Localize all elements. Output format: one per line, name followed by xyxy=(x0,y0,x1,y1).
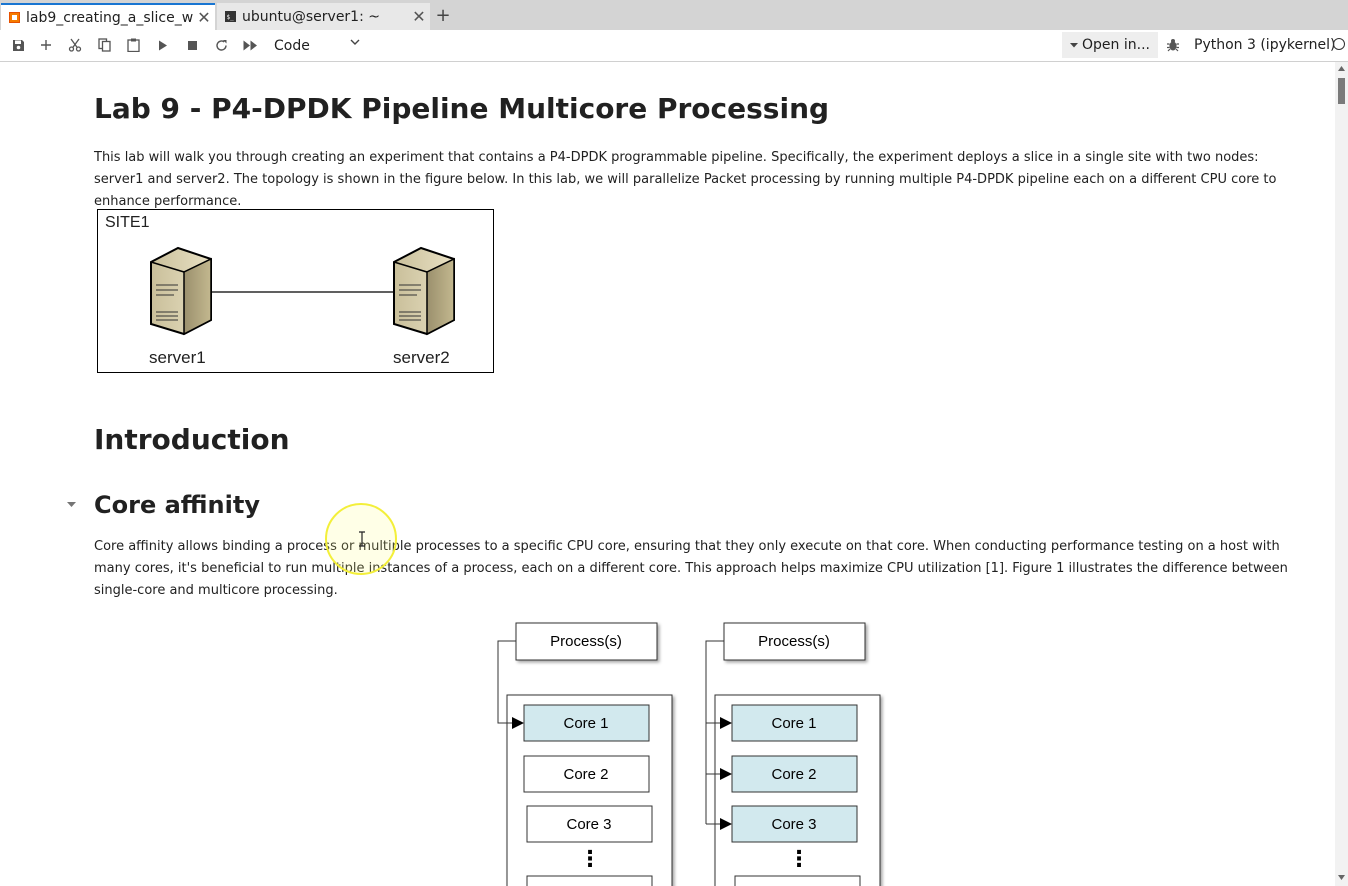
kernel-name[interactable]: Python 3 (ipykernel) xyxy=(1194,37,1335,53)
restart-icon[interactable] xyxy=(212,37,230,53)
multicore-figure: Process(s) Core 1 Core 2 Core 3 ⋮ Proces… xyxy=(497,622,881,886)
notebook-toolbar: Code Open in... Python 3 (ipykernel) xyxy=(0,30,1348,62)
run-all-icon[interactable] xyxy=(241,37,259,53)
notebook-panel: Lab 9 - P4-DPDK Pipeline Multicore Proce… xyxy=(0,62,1335,886)
core-label: Core 1 xyxy=(563,715,608,732)
server1-icon xyxy=(150,246,212,336)
core-label: Core 2 xyxy=(563,766,608,783)
topology-figure: SITE1 server1 server2 xyxy=(97,209,494,373)
cell-type-value: Code xyxy=(274,38,310,54)
cell-type-select[interactable]: Code xyxy=(274,36,364,56)
open-in-label: Open in... xyxy=(1082,37,1150,53)
run-icon[interactable] xyxy=(154,37,172,53)
notebook-icon xyxy=(9,12,20,23)
core-label: Core 3 xyxy=(771,816,816,833)
core-label: Core 3 xyxy=(566,816,611,833)
page-title: Lab 9 - P4-DPDK Pipeline Multicore Proce… xyxy=(94,92,830,125)
scrollbar-thumb[interactable] xyxy=(1338,78,1345,104)
add-tab-button[interactable]: + xyxy=(432,5,454,27)
debugger-icon[interactable] xyxy=(1166,38,1180,52)
server1-label: server1 xyxy=(149,348,206,367)
tab-label: lab9_creating_a_slice_wit xyxy=(26,9,193,26)
tab-notebook[interactable]: lab9_creating_a_slice_wit ✕ xyxy=(1,3,215,30)
copy-icon[interactable] xyxy=(95,37,113,53)
subsection-heading: Core affinity xyxy=(94,491,260,519)
open-in-button[interactable]: Open in... xyxy=(1062,32,1158,58)
save-icon[interactable] xyxy=(9,37,27,53)
caret-down-icon xyxy=(1070,43,1079,48)
core-box xyxy=(734,875,861,886)
scroll-down-icon[interactable] xyxy=(1338,875,1345,880)
ellipsis-label: ⋮ xyxy=(788,847,810,872)
single-core-diagram: Process(s) Core 1 Core 2 Core 3 ⋮ xyxy=(497,622,673,886)
core-label: Core 2 xyxy=(771,766,816,783)
multicore-diagram: Process(s) Core 1 Core 2 Core 3 ⋮ xyxy=(705,622,881,886)
tab-terminal[interactable]: $_ ubuntu@server1: ~ ✕ xyxy=(217,3,430,30)
close-icon[interactable]: ✕ xyxy=(193,8,215,27)
section-heading: Introduction xyxy=(94,423,290,456)
collapse-caret-icon[interactable] xyxy=(66,501,77,508)
intro-paragraph: This lab will walk you through creating … xyxy=(94,150,1277,209)
vertical-scrollbar[interactable] xyxy=(1335,62,1348,886)
process-label: Process(s) xyxy=(758,633,830,650)
core-affinity-paragraph: Core affinity allows binding a process o… xyxy=(94,539,1288,598)
add-cell-icon[interactable] xyxy=(37,37,55,53)
paste-icon[interactable] xyxy=(124,37,142,53)
svg-text:$_: $_ xyxy=(227,14,235,21)
server2-label: server2 xyxy=(393,348,450,367)
terminal-icon: $_ xyxy=(225,11,236,22)
tab-bar: lab9_creating_a_slice_wit ✕ $_ ubuntu@se… xyxy=(0,0,1348,30)
scroll-up-icon[interactable] xyxy=(1338,66,1345,71)
cut-icon[interactable] xyxy=(66,37,84,53)
text-cursor-icon xyxy=(359,531,365,547)
server2-icon xyxy=(393,246,455,336)
tab-label: ubuntu@server1: ~ xyxy=(242,8,380,25)
process-label: Process(s) xyxy=(550,633,622,650)
ellipsis-label: ⋮ xyxy=(579,847,601,872)
kernel-status-icon xyxy=(1333,38,1345,50)
core-box xyxy=(526,875,653,886)
stop-icon[interactable] xyxy=(183,37,201,53)
chevron-down-icon xyxy=(350,39,360,45)
core-label: Core 1 xyxy=(771,715,816,732)
close-icon[interactable]: ✕ xyxy=(408,7,430,26)
